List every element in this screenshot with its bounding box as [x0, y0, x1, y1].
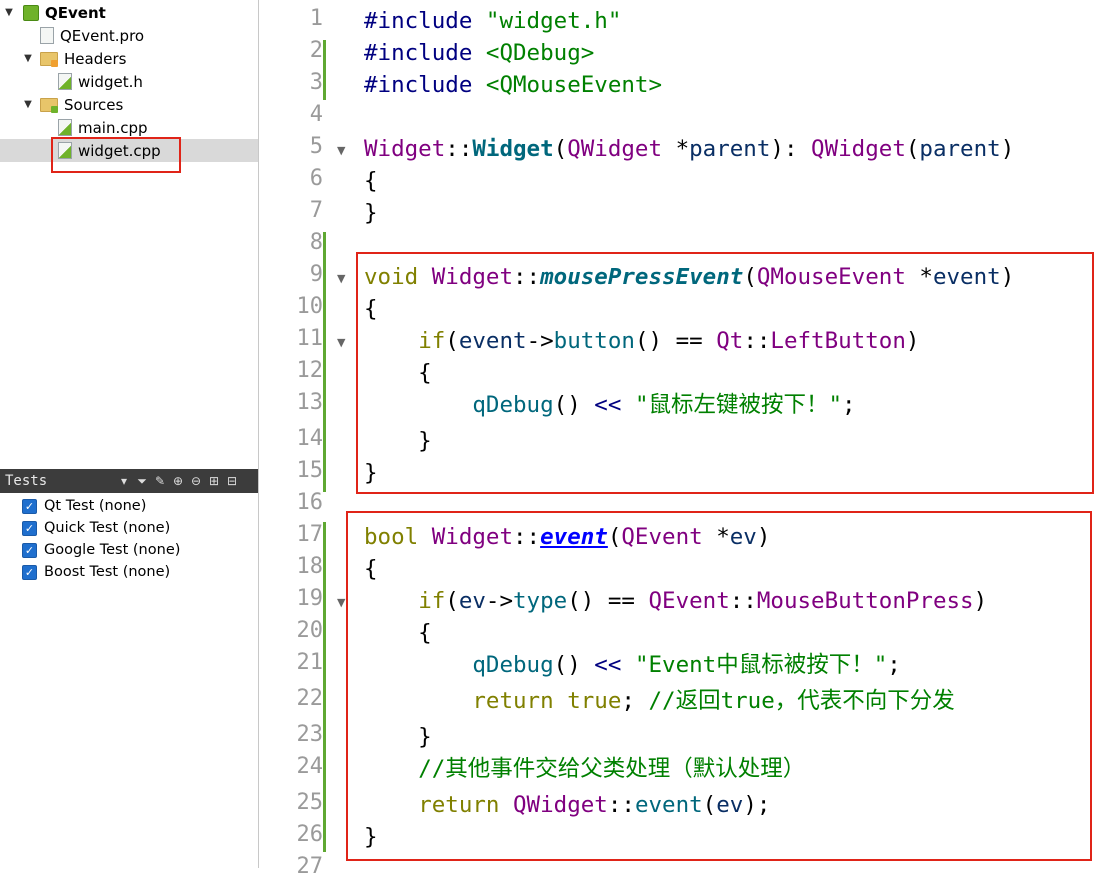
line-number: 12	[296, 358, 324, 383]
line-number: 11	[296, 326, 324, 351]
line-number: 19	[296, 586, 324, 611]
change-marker	[323, 522, 326, 852]
source-file-icon	[58, 119, 72, 136]
qt-project-icon	[23, 4, 39, 21]
fold-arrow-icon[interactable]: ▼	[337, 144, 345, 157]
code-line-1: #include "widget.h"	[364, 8, 622, 34]
chevron-down-icon[interactable]: ▼	[3, 7, 15, 18]
tree-item-sources[interactable]: ▼ Sources	[0, 93, 258, 116]
tests-panel-title: Tests	[5, 473, 48, 489]
edit-icon[interactable]: ✎	[151, 474, 169, 488]
chevron-down-icon[interactable]: ▼	[22, 99, 34, 110]
test-item-google[interactable]: ✓ Google Test (none)	[22, 539, 180, 561]
line-number: 10	[296, 294, 324, 319]
line-number: 21	[296, 650, 324, 675]
code-line-7: }	[364, 200, 378, 226]
line-number: 22	[296, 686, 324, 711]
checkbox-checked-icon[interactable]: ✓	[22, 542, 37, 558]
pro-file-label: QEvent.pro	[60, 26, 145, 45]
header-file-label: widget.h	[78, 72, 143, 91]
line-number: 4	[309, 102, 323, 127]
change-marker	[323, 232, 326, 492]
left-sidebar: ▼ QEvent QEvent.pro ▼ Headers widget.h ▼…	[0, 0, 259, 868]
code-line-6: {	[364, 168, 378, 194]
line-number: 3	[309, 70, 323, 95]
project-tree: ▼ QEvent QEvent.pro ▼ Headers widget.h ▼…	[0, 0, 258, 468]
tree-item-pro-file[interactable]: QEvent.pro	[0, 24, 258, 47]
line-number: 6	[309, 166, 323, 191]
line-number: 2	[309, 38, 323, 63]
code-line-5: Widget::Widget(QWidget *parent): QWidget…	[364, 136, 1015, 162]
close-panel-icon[interactable]: ⊟	[223, 474, 241, 488]
test-item-label: Boost Test (none)	[44, 564, 171, 580]
line-number: 1	[309, 6, 323, 31]
line-number: 20	[296, 618, 324, 643]
line-number: 15	[296, 458, 324, 483]
headers-folder-label: Headers	[64, 49, 127, 68]
collapse-all-icon[interactable]: ⊖	[187, 474, 205, 488]
line-number: 18	[296, 554, 324, 579]
project-name: QEvent	[45, 3, 106, 22]
dropdown-arrow-icon[interactable]: ▾	[115, 474, 133, 488]
line-number: 27	[296, 854, 324, 879]
mousepress-highlight-box	[356, 252, 1094, 494]
change-marker	[323, 40, 326, 100]
tests-panel-toolbar: Tests ▾ ⏷ ✎ ⊕ ⊖ ⊞ ⊟	[0, 469, 258, 493]
source-file-label: main.cpp	[78, 118, 148, 137]
line-number: 16	[296, 490, 324, 515]
tree-item-project[interactable]: ▼ QEvent	[0, 1, 258, 24]
line-number: 23	[296, 722, 324, 747]
line-number: 24	[296, 754, 324, 779]
pro-file-icon	[40, 27, 54, 44]
test-item-qt[interactable]: ✓ Qt Test (none)	[22, 495, 146, 517]
selected-file-highlight	[51, 137, 181, 173]
line-number: 17	[296, 522, 324, 547]
sources-folder-icon	[40, 97, 58, 113]
filter-icon[interactable]: ⏷	[133, 474, 151, 489]
checkbox-checked-icon[interactable]: ✓	[22, 564, 37, 580]
line-number: 14	[296, 426, 324, 451]
test-item-boost[interactable]: ✓ Boost Test (none)	[22, 561, 170, 583]
code-line-3: #include <QMouseEvent>	[364, 72, 663, 98]
line-number: 9	[309, 262, 323, 287]
expand-all-icon[interactable]: ⊕	[169, 474, 187, 488]
header-file-icon	[58, 73, 72, 90]
test-item-label: Quick Test (none)	[44, 520, 171, 536]
fold-arrow-icon[interactable]: ▼	[337, 272, 345, 285]
test-item-label: Google Test (none)	[44, 542, 181, 558]
tree-item-widget-h[interactable]: widget.h	[0, 70, 258, 93]
test-item-quick[interactable]: ✓ Quick Test (none)	[22, 517, 170, 539]
line-number: 13	[296, 390, 324, 415]
sources-folder-label: Sources	[64, 95, 124, 114]
line-number: 5	[309, 134, 323, 159]
event-highlight-box	[346, 511, 1092, 861]
fold-arrow-icon[interactable]: ▼	[337, 336, 345, 349]
split-icon[interactable]: ⊞	[205, 474, 223, 488]
tree-item-main-cpp[interactable]: main.cpp	[0, 116, 258, 139]
fold-arrow-icon[interactable]: ▼	[337, 596, 345, 609]
checkbox-checked-icon[interactable]: ✓	[22, 520, 37, 536]
chevron-down-icon[interactable]: ▼	[22, 53, 34, 64]
code-line-2: #include <QDebug>	[364, 40, 595, 66]
headers-folder-icon	[40, 51, 58, 67]
line-number: 26	[296, 822, 324, 847]
checkbox-checked-icon[interactable]: ✓	[22, 498, 37, 514]
test-item-label: Qt Test (none)	[44, 498, 147, 514]
line-number: 25	[296, 790, 324, 815]
line-number: 8	[309, 230, 323, 255]
line-number: 7	[309, 198, 323, 223]
tree-item-headers[interactable]: ▼ Headers	[0, 47, 258, 70]
line-number-gutter: 1 2 3 4 5 6 7 8 9 10 11 12 13 14 15 16 1…	[259, 0, 359, 879]
